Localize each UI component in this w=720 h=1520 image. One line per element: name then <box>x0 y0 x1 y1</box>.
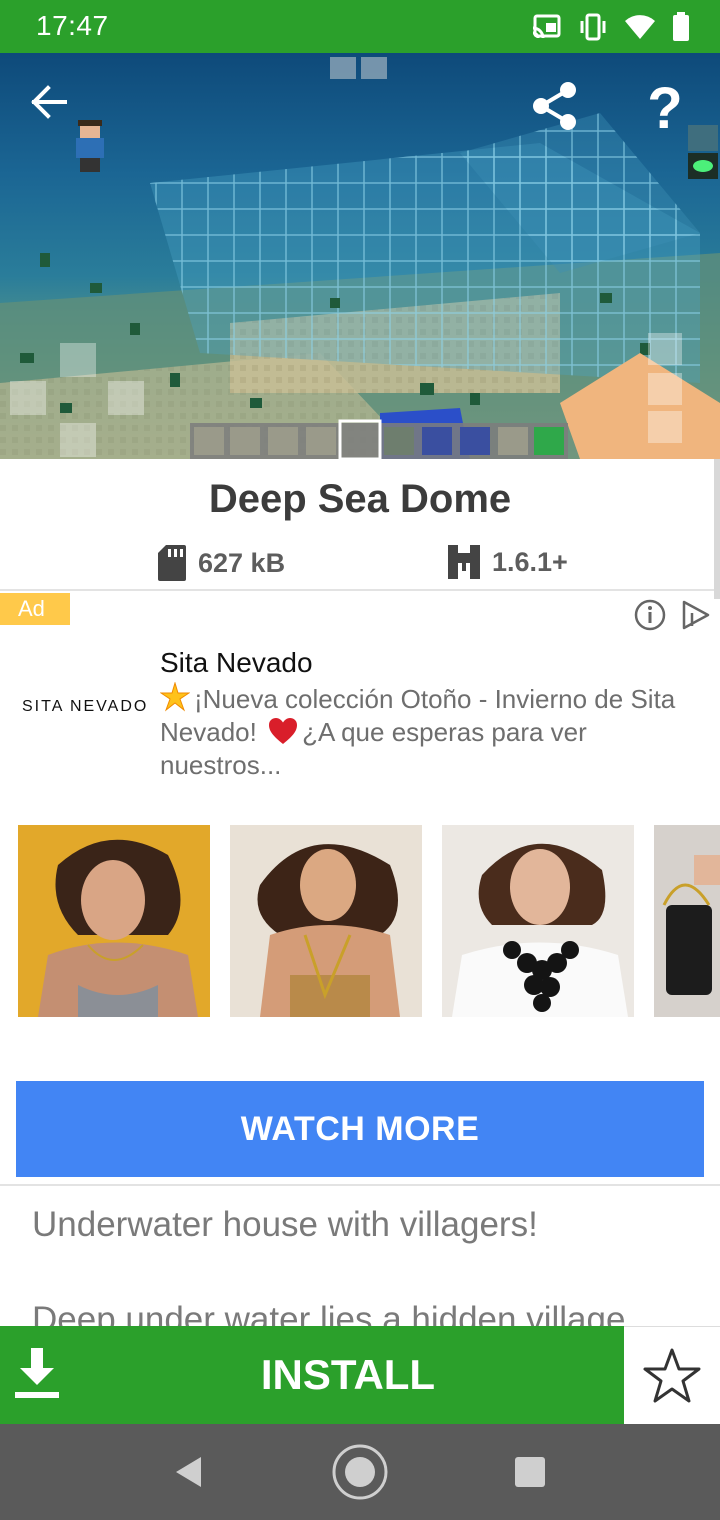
divider <box>0 1184 720 1186</box>
minecraft-version-icon <box>448 545 480 579</box>
system-nav-bar <box>0 1424 720 1520</box>
nav-home-icon <box>332 1444 388 1500</box>
watch-more-button[interactable]: WATCH MORE <box>16 1081 704 1177</box>
ad-brand-name[interactable]: Sita Nevado <box>160 647 313 679</box>
download-icon <box>15 1348 59 1398</box>
nav-recents-icon <box>515 1457 545 1487</box>
nav-home-button[interactable] <box>326 1424 394 1520</box>
app-title: Deep Sea Dome <box>208 477 512 521</box>
ad-image-4[interactable] <box>654 825 720 1017</box>
ad-image-3[interactable] <box>442 825 634 1017</box>
ad-body[interactable]: ¡Nueva colección Otoño - Invierno de Sit… <box>160 682 700 782</box>
handbag-photo <box>654 825 720 1017</box>
model-photo-1 <box>18 825 210 1017</box>
share-icon <box>533 82 576 130</box>
ad-image-1[interactable] <box>18 825 210 1017</box>
back-button[interactable] <box>30 85 82 137</box>
app-info: Deep Sea Dome 627 kB 1.6.1+ <box>0 459 720 591</box>
wifi-icon <box>625 15 655 39</box>
file-size: 627 kB <box>158 545 285 581</box>
star-outline-icon <box>643 1348 701 1402</box>
install-button[interactable] <box>0 1326 624 1424</box>
brand-logo[interactable]: SITA NEVADO <box>22 698 148 716</box>
share-button[interactable] <box>532 81 588 141</box>
vibrate-icon <box>580 13 606 41</box>
ad-info-button[interactable] <box>634 599 666 636</box>
nav-back-icon <box>176 1457 201 1487</box>
status-bar: 17:47 <box>0 0 720 53</box>
arrow-left-icon <box>31 85 67 119</box>
heart-emoji-icon <box>269 718 298 744</box>
model-photo-2 <box>230 825 422 1017</box>
ad-image-carousel[interactable] <box>18 825 720 1017</box>
ad-image-2[interactable] <box>230 825 422 1017</box>
battery-icon <box>673 12 689 41</box>
file-size-value: 627 kB <box>198 547 286 578</box>
scrollbar[interactable] <box>714 459 720 599</box>
info-icon <box>634 599 666 631</box>
star-emoji-icon <box>160 682 190 712</box>
cast-icon <box>532 14 561 39</box>
version-value: 1.6.1+ <box>492 546 568 577</box>
minecraft-scene <box>0 57 720 459</box>
install-bar: INSTALL <box>0 1326 720 1424</box>
favorite-button[interactable] <box>624 1326 720 1424</box>
status-icons <box>532 12 690 42</box>
adchoices-icon <box>682 600 710 630</box>
ad-badge: Ad <box>0 593 70 625</box>
help-icon: ? <box>647 76 683 141</box>
description-line-1: Underwater house with villagers! <box>32 1205 538 1244</box>
hero-screenshot: ? <box>0 53 720 459</box>
nav-back-button[interactable] <box>158 1424 218 1520</box>
status-time: 17:47 <box>36 10 109 41</box>
model-photo-3 <box>442 825 634 1017</box>
help-button[interactable]: ? <box>640 77 690 141</box>
ad-choices-button[interactable] <box>680 599 712 636</box>
version: 1.6.1+ <box>448 545 568 579</box>
nav-recents-button[interactable] <box>500 1424 560 1520</box>
sd-card-icon <box>158 545 186 581</box>
